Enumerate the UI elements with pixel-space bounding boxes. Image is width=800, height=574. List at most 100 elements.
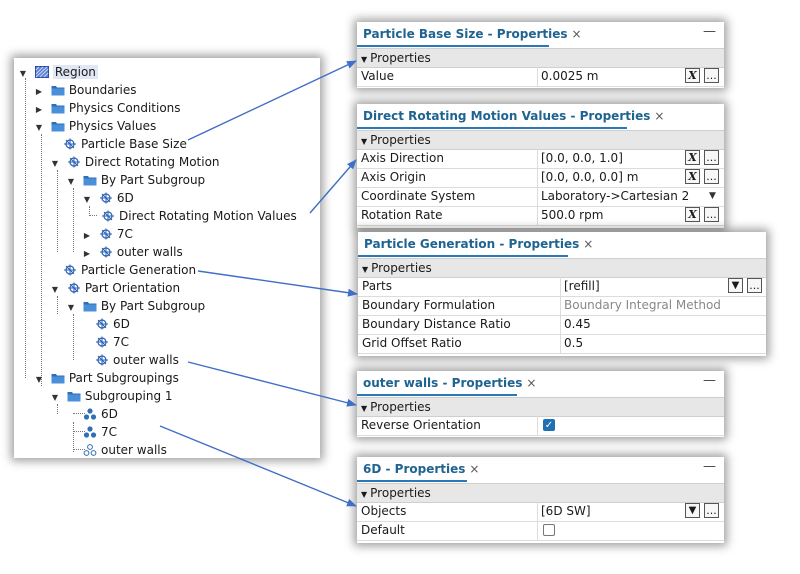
tree-node-6d[interactable]: 6D	[92, 315, 130, 333]
collapse-icon[interactable]: ▼	[66, 173, 76, 191]
collapse-icon[interactable]: ▼	[50, 155, 60, 173]
property-row[interactable]: Boundary Distance Ratio 0.45	[358, 315, 766, 335]
tree-node-7c[interactable]: ▶ 7C	[82, 225, 133, 243]
minimize-icon[interactable]: —	[703, 373, 716, 388]
section-label: Properties	[371, 261, 432, 275]
close-icon[interactable]: ×	[654, 109, 664, 123]
properties-section-header[interactable]: ▼ Properties	[357, 48, 724, 68]
property-row[interactable]: Axis Direction [0.0, 0.0, 1.0] X ...	[357, 149, 724, 169]
tree-node-subgrouping-1[interactable]: ▼ Subgrouping 1	[50, 387, 173, 405]
collapse-icon[interactable]: ▼	[82, 191, 92, 209]
property-row[interactable]: Objects [6D SW] ▼ ...	[357, 502, 724, 522]
property-value[interactable]: [6D SW]	[541, 502, 591, 521]
tree-node-physics-values[interactable]: ▼ Physics Values	[34, 117, 156, 135]
tree-node-physics-conditions[interactable]: ▶ Physics Conditions	[34, 99, 181, 117]
expression-button[interactable]: X	[685, 169, 700, 184]
property-value[interactable]: 0.45	[564, 315, 591, 334]
property-value[interactable]: [refill]	[564, 277, 600, 296]
tree-label: outer walls	[116, 245, 183, 259]
properties-section-header[interactable]: ▼ Properties	[357, 483, 724, 503]
minimize-icon[interactable]: —	[703, 24, 716, 39]
property-row[interactable]: Axis Origin [0.0, 0.0, 0.0] m X ...	[357, 168, 724, 188]
close-icon[interactable]: ×	[469, 462, 479, 476]
tree-node-by-part-subgroup[interactable]: ▼ By Part Subgroup	[66, 297, 205, 315]
property-row[interactable]: Grid Offset Ratio 0.5	[358, 334, 766, 354]
coordinate-system-select[interactable]: Laboratory->Cartesian 2	[541, 187, 689, 206]
collapse-icon[interactable]: ▼	[361, 137, 367, 146]
tree-node-region[interactable]: ▼ Region	[18, 63, 98, 81]
property-row[interactable]: Rotation Rate 500.0 rpm X ...	[357, 206, 724, 226]
filter-icon[interactable]: ▼	[685, 503, 700, 518]
outer-walls-properties-panel: outer walls - Properties × — ▼ Properties …	[357, 371, 724, 437]
tree-label: Physics Values	[68, 119, 157, 133]
panel-tab[interactable]: outer walls - Properties ×	[357, 371, 536, 395]
property-value[interactable]: [0.0, 0.0, 0.0] m	[541, 168, 638, 187]
minimize-icon[interactable]: —	[703, 459, 716, 474]
collapse-icon[interactable]: ▼	[361, 55, 367, 64]
collapse-icon[interactable]: ▼	[362, 265, 368, 274]
tree-node-direct-rotating-motion[interactable]: ▼ Direct Rotating Motion	[50, 153, 220, 171]
panel-title: Particle Base Size - Properties	[363, 27, 568, 41]
more-button[interactable]: ...	[704, 150, 719, 165]
panel-tab[interactable]: Particle Base Size - Properties ×	[357, 22, 582, 46]
tree-node-7c[interactable]: 7C	[80, 423, 117, 441]
panel-tab[interactable]: 6D - Properties ×	[357, 457, 479, 481]
default-checkbox[interactable]	[543, 524, 555, 536]
tree-label: Direct Rotating Motion	[84, 155, 220, 169]
expression-button[interactable]: X	[685, 68, 700, 83]
tree-node-part-subgroupings[interactable]: ▼ Part Subgroupings	[34, 369, 179, 387]
property-row[interactable]: Parts [refill] ▼ ...	[358, 277, 766, 297]
collapse-icon[interactable]: ▼	[361, 404, 367, 413]
property-row[interactable]: Boundary Formulation Boundary Integral M…	[358, 296, 766, 316]
panel-tab[interactable]: Particle Generation - Properties ×	[358, 232, 593, 256]
collapse-icon[interactable]: ▼	[50, 389, 60, 407]
more-button[interactable]: ...	[704, 68, 719, 83]
tree-node-outer-walls[interactable]: outer walls	[92, 351, 179, 369]
property-row[interactable]: Default	[357, 521, 724, 541]
tree-label: Subgrouping 1	[84, 389, 173, 403]
more-button[interactable]: ...	[747, 278, 762, 293]
reverse-orientation-checkbox[interactable]: ✓	[543, 419, 555, 431]
properties-section-header[interactable]: ▼ Properties	[357, 130, 724, 150]
collapse-icon[interactable]: ▼	[66, 299, 76, 317]
tree-node-6d[interactable]: ▼ 6D	[82, 189, 134, 207]
folder-icon	[83, 176, 97, 186]
tree-node-part-orientation[interactable]: ▼ Part Orientation	[50, 279, 180, 297]
filter-icon[interactable]: ▼	[728, 278, 743, 293]
properties-section-header[interactable]: ▼ Properties	[357, 397, 724, 417]
property-value[interactable]: 0.0025 m	[541, 67, 599, 86]
tree-node-particle-generation[interactable]: Particle Generation	[60, 261, 196, 279]
expression-button[interactable]: X	[685, 150, 700, 165]
close-icon[interactable]: ×	[572, 27, 582, 41]
collapse-icon[interactable]: ▼	[361, 490, 367, 499]
panel-tab[interactable]: Direct Rotating Motion Values - Properti…	[357, 104, 664, 128]
collapse-icon[interactable]: ▼	[34, 119, 44, 137]
close-icon[interactable]: ×	[526, 376, 536, 390]
collapse-icon[interactable]: ▼	[18, 65, 28, 83]
property-row[interactable]: Value 0.0025 m X ...	[357, 67, 724, 87]
tree-node-particle-base-size[interactable]: Particle Base Size	[60, 135, 187, 153]
chevron-down-icon[interactable]: ▼	[709, 187, 716, 206]
tree-node-6d[interactable]: 6D	[80, 405, 118, 423]
collapse-icon[interactable]: ▼	[34, 371, 44, 389]
collapse-icon[interactable]: ▼	[50, 281, 60, 299]
expression-button[interactable]: X	[685, 207, 700, 222]
tree-node-direct-rotating-motion-values[interactable]: Direct Rotating Motion Values	[98, 207, 297, 225]
more-button[interactable]: ...	[704, 169, 719, 184]
more-button[interactable]: ...	[704, 503, 719, 518]
tree-node-boundaries[interactable]: ▶ Boundaries	[34, 81, 137, 99]
close-icon[interactable]: ×	[583, 237, 593, 251]
property-row[interactable]: Reverse Orientation ✓	[357, 416, 724, 436]
properties-section-header[interactable]: ▼ Properties	[358, 258, 766, 278]
column-divider	[537, 521, 538, 540]
property-value[interactable]: 0.5	[564, 334, 583, 353]
property-value[interactable]: 500.0 rpm	[541, 206, 603, 225]
property-value[interactable]: [0.0, 0.0, 1.0]	[541, 149, 623, 168]
tree-node-7c[interactable]: 7C	[92, 333, 129, 351]
tree-node-outer-walls[interactable]: outer walls	[80, 441, 167, 459]
property-row[interactable]: Coordinate System Laboratory->Cartesian …	[357, 187, 724, 207]
particle-generation-properties-panel: Particle Generation - Properties × ▼ Prope…	[358, 232, 766, 356]
more-button[interactable]: ...	[704, 207, 719, 222]
tree-node-by-part-subgroup[interactable]: ▼ By Part Subgroup	[66, 171, 205, 189]
tree-node-outer-walls[interactable]: ▶ outer walls	[82, 243, 183, 261]
